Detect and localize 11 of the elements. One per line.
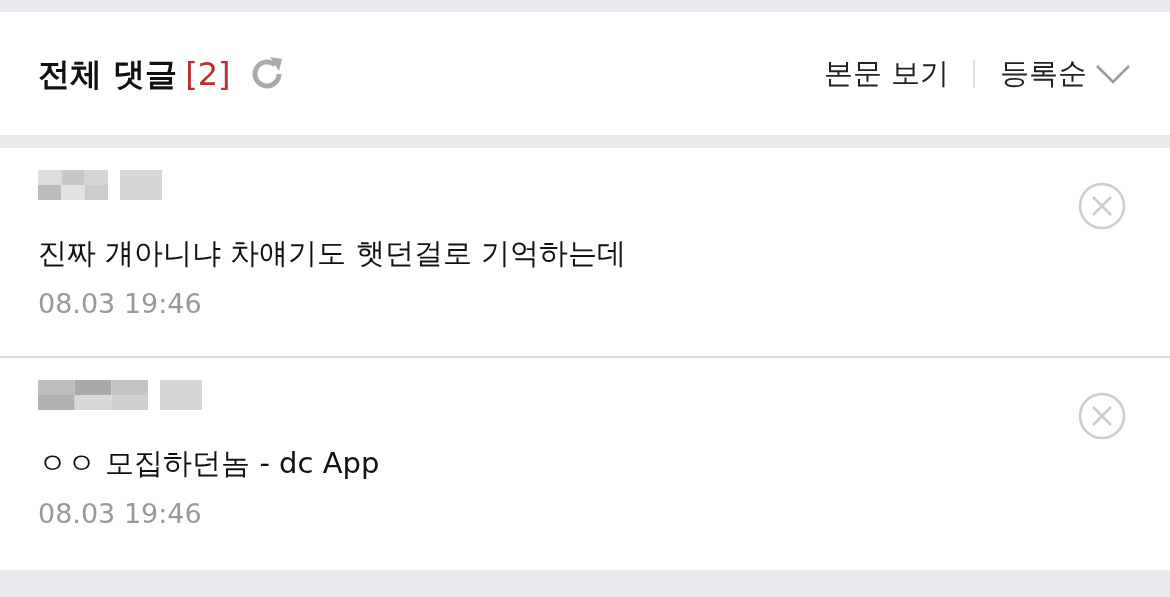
comment-time: 08.03 19:46 xyxy=(38,286,203,321)
delete-button[interactable] xyxy=(1078,182,1126,230)
comment-count: [2] xyxy=(185,53,231,95)
chevron-icon xyxy=(1095,62,1131,85)
comments-title: 전체 댓글 xyxy=(38,53,178,95)
sort-dropdown[interactable]: 등록순 xyxy=(999,50,1132,97)
comment-time: 08.03 19:46 xyxy=(38,496,203,531)
view-post-link[interactable]: 본문 보기 xyxy=(823,51,949,96)
comment-text: ㅇㅇ 모집하던놈 - dc App xyxy=(38,445,381,482)
delete-button[interactable] xyxy=(1078,392,1126,440)
comment-text: 진짜 걔아니냐 차얘기도 햇던걸로 기억하는데 xyxy=(38,235,627,272)
